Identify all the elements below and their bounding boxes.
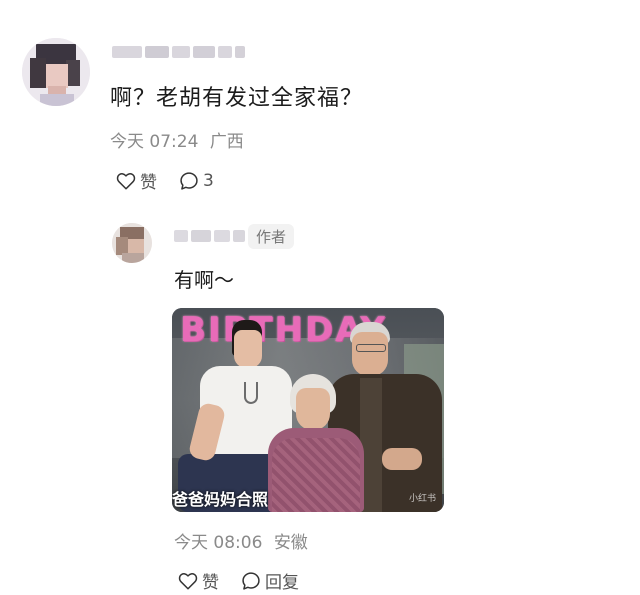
comment-meta: 今天 07:24 广西	[110, 127, 244, 152]
reply-time: 今天 08:06	[174, 533, 263, 553]
reply-like-button[interactable]: 赞	[178, 568, 219, 593]
reply-meta: 今天 08:06 安徽	[174, 528, 308, 553]
comment-time: 今天 07:24	[110, 132, 199, 152]
speech-bubble-icon	[241, 571, 261, 591]
reply-location: 安徽	[273, 533, 308, 553]
author-avatar[interactable]	[112, 223, 152, 263]
family-photo[interactable]: BIRTHDAY 爸爸妈妈合照 小红书	[172, 308, 444, 512]
comment-location: 广西	[209, 132, 244, 152]
reply-text: 有啊～	[174, 268, 234, 292]
author-badge: 作者	[248, 224, 295, 249]
reply-count: 3	[203, 170, 214, 191]
heart-icon	[116, 172, 136, 190]
comment-actions: 赞 3	[116, 168, 214, 193]
commenter-name-blurred[interactable]	[112, 44, 245, 60]
photo-caption: 爸爸妈妈合照	[172, 490, 269, 509]
like-button[interactable]: 赞	[116, 168, 157, 193]
reply-reply-button[interactable]: 回复	[241, 568, 299, 593]
reply-reply-label: 回复	[265, 573, 299, 593]
like-label: 赞	[140, 173, 157, 193]
photo-watermark: 小红书	[408, 494, 436, 504]
author-name-blurred[interactable]	[174, 228, 245, 244]
reply-count-button[interactable]: 3	[179, 171, 214, 191]
reply-actions: 赞 回复	[178, 568, 299, 593]
comment-text: 啊？老胡有发过全家福？	[110, 86, 364, 111]
heart-icon	[178, 572, 198, 590]
speech-bubble-icon	[179, 171, 199, 191]
commenter-avatar[interactable]	[22, 38, 90, 106]
reply-like-label: 赞	[202, 573, 219, 593]
